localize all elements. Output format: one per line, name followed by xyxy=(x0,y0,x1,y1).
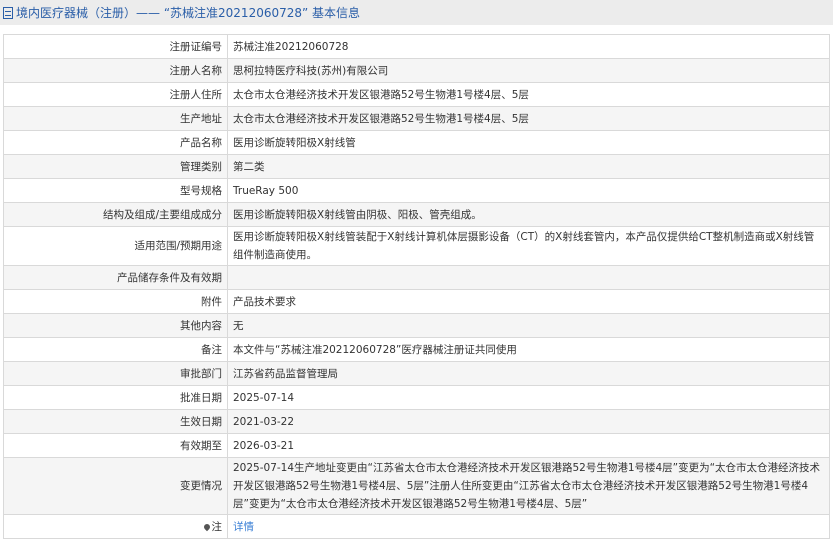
table-row: 其他内容无 xyxy=(3,313,830,338)
field-label: 结构及组成/主要组成成分 xyxy=(3,202,228,227)
field-value: 产品技术要求 xyxy=(227,289,830,314)
table-row: 注册人住所 太仓市太仓港经济技术开发区银港路52号生物港1号楼4层、5层 xyxy=(3,82,830,107)
field-label: 产品储存条件及有效期 xyxy=(3,265,228,290)
table-row: 产品储存条件及有效期 xyxy=(3,265,830,290)
table-row: 有效期至 2026-03-21 xyxy=(3,433,830,458)
field-label: 注册人住所 xyxy=(3,82,228,107)
table-row: 适用范围/预期用途 医用诊断旋转阳极X射线管装配于X射线计算机体层摄影设备（CT）… xyxy=(3,226,830,266)
field-label: 型号规格 xyxy=(3,178,228,203)
field-value: 无 xyxy=(227,313,830,338)
table-row: 审批部门 江苏省药品监督管理局 xyxy=(3,361,830,386)
field-label: 注册证编号 xyxy=(3,34,228,59)
field-value: 医用诊断旋转阳极X射线管由阴极、阳极、管壳组成。 xyxy=(227,202,830,227)
field-label: 其他内容 xyxy=(3,313,228,338)
table-row: 结构及组成/主要组成成分 医用诊断旋转阳极X射线管由阴极、阳极、管壳组成。 xyxy=(3,202,830,227)
table-row: 生产地址 太仓市太仓港经济技术开发区银港路52号生物港1号楼4层、5层 xyxy=(3,106,830,131)
field-label: 管理类别 xyxy=(3,154,228,179)
note-value-cell: 详情 xyxy=(227,514,830,539)
field-value: 本文件与“苏械注准20212060728”医疗器械注册证共同使用 xyxy=(227,337,830,362)
field-value: TrueRay 500 xyxy=(227,178,830,203)
field-value: 2021-03-22 xyxy=(227,409,830,434)
note-label-cell: 注 xyxy=(3,514,228,539)
field-label: 审批部门 xyxy=(3,361,228,386)
note-row: 注详情 xyxy=(3,514,830,539)
table-row: 注册人名称 思柯拉特医疗科技(苏州)有限公司 xyxy=(3,58,830,83)
table-row: 备注 本文件与“苏械注准20212060728”医疗器械注册证共同使用 xyxy=(3,337,830,362)
details-link[interactable]: 详情 xyxy=(233,521,254,533)
table-row: 型号规格 TrueRay 500 xyxy=(3,178,830,203)
document-icon xyxy=(3,6,13,19)
field-value: 江苏省药品监督管理局 xyxy=(227,361,830,386)
field-label: 附件 xyxy=(3,289,228,314)
table-row: 产品名称 医用诊断旋转阳极X射线管 xyxy=(3,130,830,155)
table-row: 附件 产品技术要求 xyxy=(3,289,830,314)
page-header: 境内医疗器械（注册）—— “苏械注准20212060728” 基本信息 xyxy=(0,0,833,25)
table-row: 注册证编号 苏械注准20212060728 xyxy=(3,34,830,59)
field-value: 思柯拉特医疗科技(苏州)有限公司 xyxy=(227,58,830,83)
field-label: 产品名称 xyxy=(3,130,228,155)
page-title: 境内医疗器械（注册）—— “苏械注准20212060728” 基本信息 xyxy=(16,6,361,20)
table-row: 生效日期 2021-03-22 xyxy=(3,409,830,434)
field-label: 适用范围/预期用途 xyxy=(3,226,228,266)
field-value xyxy=(227,265,830,290)
table-row: 变更情况 2025-07-14生产地址变更由“江苏省太仓市太仓港经济技术开发区银港… xyxy=(3,457,830,515)
field-value: 2025-07-14 xyxy=(227,385,830,410)
field-label: 变更情况 xyxy=(3,457,228,515)
field-label: 备注 xyxy=(3,337,228,362)
field-label: 批准日期 xyxy=(3,385,228,410)
field-value: 医用诊断旋转阳极X射线管装配于X射线计算机体层摄影设备（CT）的X射线套管内，本… xyxy=(227,226,830,266)
field-label: 有效期至 xyxy=(3,433,228,458)
field-value: 医用诊断旋转阳极X射线管 xyxy=(227,130,830,155)
table-row: 批准日期 2025-07-14 xyxy=(3,385,830,410)
table-row: 管理类别 第二类 xyxy=(3,154,830,179)
field-label: 注册人名称 xyxy=(3,58,228,83)
field-label: 生产地址 xyxy=(3,106,228,131)
detail-table: 注册证编号 苏械注准20212060728 注册人名称 思柯拉特医疗科技(苏州)有限公… xyxy=(3,34,830,539)
field-value: 苏械注准20212060728 xyxy=(227,34,830,59)
field-value: 2026-03-21 xyxy=(227,433,830,458)
pin-icon xyxy=(202,522,211,531)
field-value: 2025-07-14生产地址变更由“江苏省太仓市太仓港经济技术开发区银港路52号… xyxy=(227,457,830,515)
field-value: 太仓市太仓港经济技术开发区银港路52号生物港1号楼4层、5层 xyxy=(227,82,830,107)
field-value: 太仓市太仓港经济技术开发区银港路52号生物港1号楼4层、5层 xyxy=(227,106,830,131)
field-label: 生效日期 xyxy=(3,409,228,434)
field-value: 第二类 xyxy=(227,154,830,179)
note-label: 注 xyxy=(211,520,223,533)
